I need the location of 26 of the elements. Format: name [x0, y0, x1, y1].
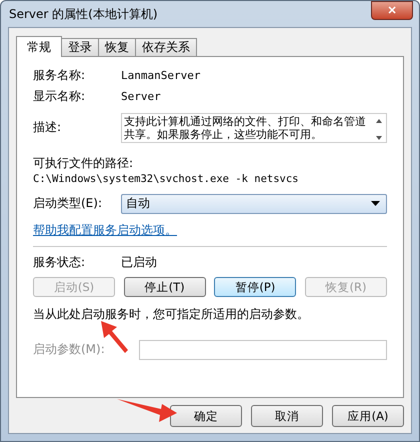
service-button[interactable]: 暂停(P): [214, 277, 296, 297]
field-value: LanmanServer: [121, 69, 200, 82]
tab[interactable]: 恢复: [98, 38, 136, 56]
annotation-arrow: [117, 399, 177, 422]
dialog-button[interactable]: 应用(A): [332, 405, 404, 427]
field-label: 描述:: [33, 119, 62, 136]
tab[interactable]: 登录: [61, 38, 99, 56]
status-label: 服务状态:: [33, 254, 86, 271]
dropdown-arrow-icon: [371, 200, 380, 206]
window-title: Server 的属性(本地计算机): [9, 6, 158, 22]
tab[interactable]: 常规: [16, 36, 62, 57]
startup-type-dropdown[interactable]: 自动: [121, 194, 387, 214]
status-value: 已启动: [121, 254, 157, 271]
service-button[interactable]: 停止(T): [124, 277, 206, 297]
field-label: 服务名称:: [33, 67, 86, 84]
field-label: 显示名称:: [33, 88, 86, 105]
field-value: Server: [121, 90, 161, 103]
field-label: 启动参数(M):: [33, 341, 106, 358]
hint-text: 当从此处启动服务时，您可指定所适用的启动参数。: [33, 306, 310, 323]
field-label: 启动类型(E):: [33, 195, 103, 212]
tab[interactable]: 依存关系: [135, 38, 197, 56]
help-link[interactable]: 帮助我配置服务启动选项。: [33, 222, 177, 239]
dialog-button[interactable]: 取消: [251, 405, 323, 427]
path-label: 可执行文件的路径:: [33, 155, 134, 172]
dialog-button[interactable]: 确定: [170, 405, 242, 427]
path-value: C:\Windows\system32\svchost.exe -k netsvcs: [33, 173, 300, 185]
